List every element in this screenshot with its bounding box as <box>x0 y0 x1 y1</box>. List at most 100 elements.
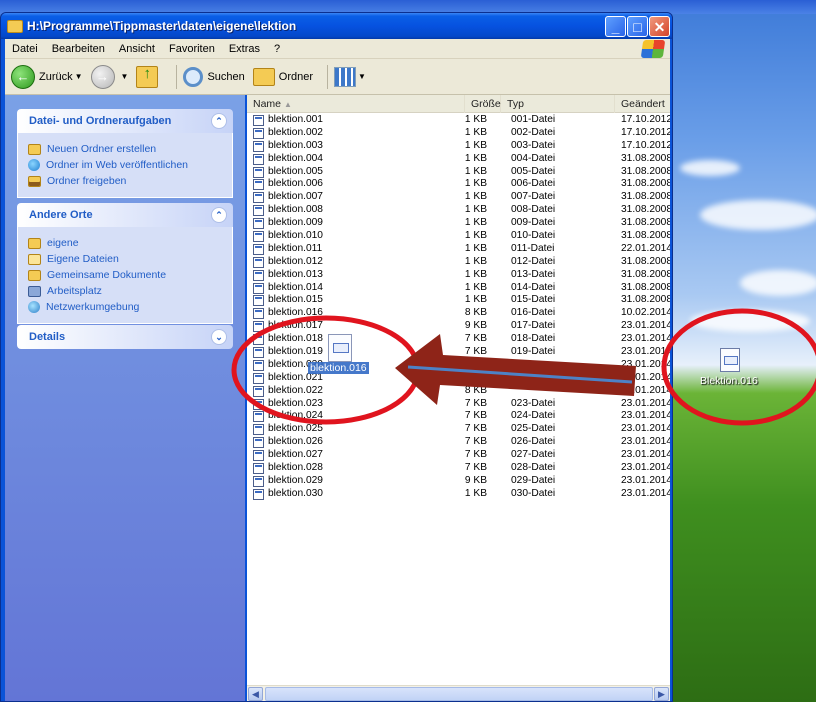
menu-extras[interactable]: Extras <box>222 43 267 55</box>
search-label: Suchen <box>207 70 245 83</box>
menu-datei[interactable]: Datei <box>5 43 45 55</box>
menu-ansicht[interactable]: Ansicht <box>112 43 162 55</box>
folder-icon <box>28 269 41 281</box>
table-row[interactable]: blektion.015 1 KB 015-Datei 31.08.2008 <box>247 294 670 307</box>
scroll-thumb[interactable] <box>265 687 653 701</box>
column-date[interactable]: Geändert <box>615 95 670 113</box>
collapse-icon[interactable]: ⌃ <box>211 113 227 129</box>
column-type[interactable]: Typ <box>501 95 615 113</box>
table-row[interactable]: blektion.002 1 KB 002-Datei 17.10.2012 <box>247 127 670 140</box>
file-name: blektion.001 <box>268 114 323 125</box>
scroll-left-button[interactable]: ◀ <box>248 687 263 701</box>
file-tasks-header[interactable]: Datei- und Ordneraufgaben ⌃ <box>17 109 233 133</box>
file-type: 015-Datei <box>511 294 556 306</box>
table-row[interactable]: blektion.004 1 KB 004-Datei 31.08.2008 <box>247 153 670 166</box>
forward-button[interactable]: → ▼ <box>90 64 128 89</box>
file-type: 011-Datei <box>511 242 555 254</box>
table-row[interactable]: blektion.005 1 KB 005-Datei 31.08.2008 <box>247 166 670 179</box>
menu-bearbeiten[interactable]: Bearbeiten <box>45 43 112 55</box>
place-label: Arbeitsplatz <box>47 285 102 297</box>
table-row[interactable]: blektion.017 9 KB 017-Datei 23.01.2014 <box>247 320 670 333</box>
close-button[interactable]: ✕ <box>649 16 670 37</box>
file-name: blektion.011 <box>268 242 323 254</box>
table-row[interactable]: blektion.009 1 KB 009-Datei 31.08.2008 <box>247 217 670 230</box>
place-label: Gemeinsame Dokumente <box>47 269 167 281</box>
file-type: 007-Datei <box>511 191 556 203</box>
place-eigene-dateien[interactable]: Eigene Dateien <box>28 251 222 267</box>
table-row[interactable]: blektion.029 9 KB 029-Datei 23.01.2014 <box>247 475 670 488</box>
table-row[interactable]: blektion.012 1 KB 012-Datei 31.08.2008 <box>247 256 670 269</box>
file-list[interactable]: Name ▲ Größe Typ Geändert blektion.001 1 … <box>247 95 670 685</box>
horizontal-scrollbar[interactable]: ◀ ▶ <box>247 685 670 701</box>
view-grid-icon <box>334 66 357 87</box>
table-row[interactable]: blektion.016 8 KB 016-Datei 10.02.2014 <box>247 307 670 320</box>
file-size: 7 KB <box>464 449 487 461</box>
file-size: 1 KB <box>464 217 487 229</box>
file-name: blektion.005 <box>268 165 323 177</box>
place-netzwerkumgebung[interactable]: Netzwerkumgebung <box>28 299 222 315</box>
menu-help[interactable]: ? <box>267 43 287 55</box>
table-row[interactable]: blektion.022 8 KB 23.01.2014 <box>247 385 670 398</box>
place-gemeinsame-dokumente[interactable]: Gemeinsame Dokumente <box>28 267 222 283</box>
views-button[interactable]: ▼ <box>334 66 366 87</box>
task-new-folder[interactable]: Neuen Ordner erstellen <box>28 141 222 157</box>
task-share-folder[interactable]: Ordner freigeben <box>28 173 222 189</box>
file-icon <box>253 243 264 255</box>
table-row[interactable]: blektion.003 1 KB 003-Datei 17.10.2012 <box>247 140 670 153</box>
search-button[interactable]: Suchen <box>183 66 245 87</box>
table-row[interactable]: blektion.019 7 KB 019-Datei 23.01.2014 <box>247 346 670 359</box>
file-name: blektion.014 <box>268 281 323 293</box>
folders-label: Ordner <box>278 70 314 83</box>
file-size: 7 KB <box>464 462 487 474</box>
table-row[interactable]: blektion.010 1 KB 010-Datei 31.08.2008 <box>247 230 670 243</box>
column-size[interactable]: Größe <box>465 95 501 113</box>
table-row[interactable]: blektion.011 1 KB 011-Datei 22.01.2014 <box>247 243 670 256</box>
table-row[interactable]: blektion.006 1 KB 006-Datei 31.08.2008 <box>247 178 670 191</box>
title-bar[interactable]: H:\Programme\Tippmaster\daten\eigene\lek… <box>1 13 672 39</box>
file-type: 012-Datei <box>511 255 556 267</box>
place-arbeitsplatz[interactable]: Arbeitsplatz <box>28 283 222 299</box>
file-name: blektion.010 <box>268 230 323 242</box>
table-row[interactable]: blektion.024 7 KB 024-Datei 23.01.2014 <box>247 410 670 423</box>
task-publish-web[interactable]: Ordner im Web veröffentlichen <box>28 157 222 173</box>
task-label: Neuen Ordner erstellen <box>47 143 157 155</box>
other-places-header[interactable]: Andere Orte ⌃ <box>17 203 233 227</box>
file-icon <box>253 256 264 268</box>
file-size: 9 KB <box>464 320 487 332</box>
file-type: 006-Datei <box>511 178 556 190</box>
table-row[interactable]: blektion.013 1 KB 013-Datei 31.08.2008 <box>247 269 670 282</box>
table-row[interactable]: blektion.030 1 KB 030-Datei 23.01.2014 <box>247 488 670 501</box>
column-header: Name ▲ Größe Typ Geändert <box>247 95 670 113</box>
minimize-button[interactable]: _ <box>605 16 626 37</box>
up-button[interactable] <box>136 65 162 88</box>
table-row[interactable]: blektion.018 7 KB 018-Datei 23.01.2014 <box>247 333 670 346</box>
table-row[interactable]: blektion.028 7 KB 028-Datei 23.01.2014 <box>247 462 670 475</box>
file-size: 1 KB <box>464 487 487 499</box>
scroll-right-button[interactable]: ▶ <box>654 687 669 701</box>
table-row[interactable]: blektion.023 7 KB 023-Datei 23.01.2014 <box>247 398 670 411</box>
table-row[interactable]: blektion.027 7 KB 027-Datei 23.01.2014 <box>247 449 670 462</box>
table-row[interactable]: blektion.026 7 KB 026-Datei 23.01.2014 <box>247 436 670 449</box>
column-name[interactable]: Name ▲ <box>247 95 465 113</box>
table-row[interactable]: blektion.025 7 KB 025-Datei 23.01.2014 <box>247 423 670 436</box>
file-icon <box>253 372 264 384</box>
table-row[interactable]: blektion.014 1 KB 014-Datei 31.08.2008 <box>247 282 670 295</box>
back-button[interactable]: ← Zurück ▼ <box>11 64 83 89</box>
menu-favoriten[interactable]: Favoriten <box>162 43 222 55</box>
computer-icon <box>28 285 41 297</box>
collapse-icon[interactable]: ⌃ <box>211 207 227 223</box>
file-date: 31.08.2008 <box>621 178 670 190</box>
file-icon <box>253 192 264 204</box>
file-icon <box>253 127 264 139</box>
maximize-button[interactable]: □ <box>627 16 648 37</box>
place-eigene[interactable]: eigene <box>28 235 222 251</box>
table-row[interactable]: blektion.007 1 KB 007-Datei 31.08.2008 <box>247 191 670 204</box>
table-row[interactable]: blektion.001 1 KB 001-Datei 17.10.2012 <box>247 114 670 127</box>
details-header[interactable]: Details ⌄ <box>17 325 233 349</box>
network-icon <box>28 301 40 313</box>
file-name: blektion.006 <box>268 178 323 190</box>
folders-button[interactable]: Ordner <box>252 67 314 86</box>
file-size: 1 KB <box>464 255 487 267</box>
expand-icon[interactable]: ⌄ <box>211 329 227 345</box>
table-row[interactable]: blektion.008 1 KB 008-Datei 31.08.2008 <box>247 204 670 217</box>
